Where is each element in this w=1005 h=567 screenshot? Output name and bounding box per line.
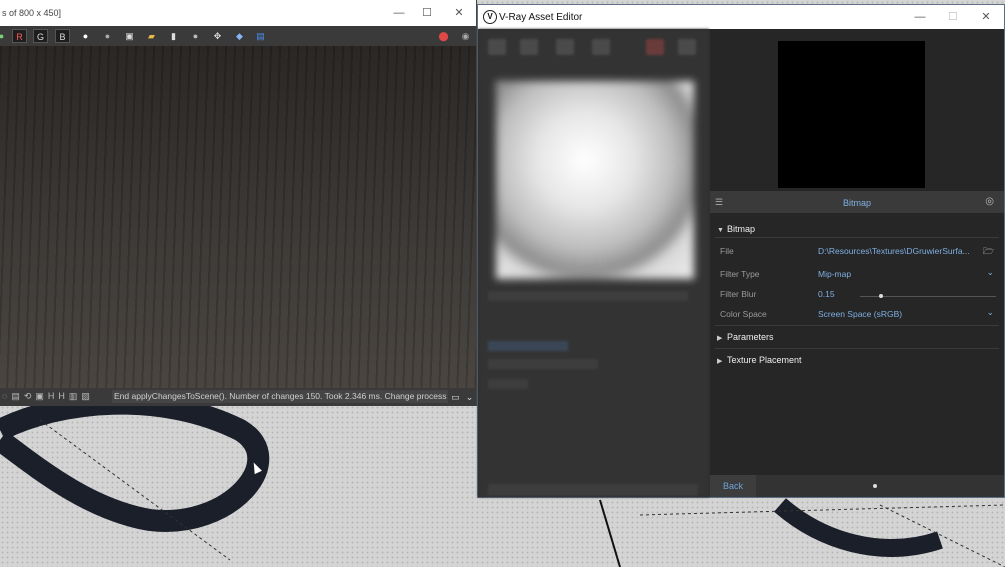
- asset-editor-title-bar: V V-Ray Asset Editor — ☐ ✕: [478, 5, 1004, 29]
- file-path-field[interactable]: D:\Resources\Textures\DGruwierSurfa...: [818, 246, 970, 256]
- back-button[interactable]: Back: [710, 475, 756, 497]
- frame-buffer-status-bar: ◌▤⟲▣HH▥▧ End applyChangesToScene(). Numb…: [0, 388, 476, 406]
- maximize-button[interactable]: ☐: [946, 10, 960, 24]
- asset-name[interactable]: Bitmap: [710, 198, 1004, 208]
- frame-buffer-toolbar: ● R G B ● ● ▣ ▰ ▮ ● ✥ ◆ ▤ ⬤ ◉: [0, 26, 476, 46]
- channel-green-button[interactable]: G: [33, 29, 48, 43]
- chevron-down-icon: ▼: [717, 227, 724, 234]
- list-item[interactable]: [488, 341, 568, 351]
- chevron-down-icon[interactable]: ⌄: [986, 307, 994, 318]
- frame-buffer-title: s of 800 x 450]: [2, 8, 62, 18]
- chevron-right-icon: ▶: [717, 358, 723, 365]
- lights-category-icon[interactable]: [520, 39, 538, 55]
- preview-controls: [488, 291, 688, 301]
- filter-blur-slider-thumb[interactable]: [878, 294, 883, 298]
- frame-buffer-title-bar: s of 800 x 450] — ☐ ✕: [0, 0, 476, 26]
- status-log-icon[interactable]: ▭: [448, 390, 463, 404]
- filter-blur-value[interactable]: 0.15: [818, 289, 835, 299]
- folder-icon[interactable]: ▰: [144, 29, 159, 43]
- section-parameters-label: Parameters: [727, 332, 774, 342]
- channel-blue-button[interactable]: B: [55, 29, 70, 43]
- filter-type-dropdown[interactable]: Mip-map: [818, 269, 851, 279]
- minimize-button[interactable]: —: [392, 6, 406, 20]
- asset-settings-panel: ☰ Bitmap ◎ ▼ Bitmap File D:\Resources\Tex…: [710, 29, 1004, 497]
- teapot-icon[interactable]: ◉: [458, 29, 473, 43]
- sphere-icon[interactable]: ●: [188, 29, 203, 43]
- vray-logo-icon: V: [483, 10, 497, 24]
- asset-editor-bottom-bar: Back: [710, 475, 1004, 497]
- section-texture-placement-label: Texture Placement: [727, 355, 802, 365]
- textures-category-icon[interactable]: [592, 39, 610, 55]
- color-space-dropdown[interactable]: Screen Space (sRGB): [818, 309, 902, 319]
- status-message: End applyChangesToScene(). Number of cha…: [112, 390, 448, 403]
- geometry-category-icon[interactable]: [556, 39, 574, 55]
- file-label: File: [720, 246, 734, 256]
- channel-red-button[interactable]: R: [12, 29, 27, 43]
- asset-list-panel: [478, 29, 709, 497]
- lens-effects-icon[interactable]: ▤: [253, 29, 268, 43]
- frame-buffer-window: s of 800 x 450] — ☐ ✕ ● R G B ● ● ▣ ▰ ▮ …: [0, 0, 477, 406]
- texture-thumbnail: [778, 41, 925, 188]
- divider: [715, 237, 999, 238]
- folder-open-icon[interactable]: 🗁: [983, 244, 994, 260]
- move-icon[interactable]: ✥: [210, 29, 225, 43]
- eye-hidden-icon[interactable]: ◎: [985, 196, 994, 207]
- page-indicator-dot: [873, 484, 877, 488]
- minimize-button[interactable]: —: [913, 10, 927, 24]
- stop-render-icon[interactable]: ⬤: [436, 29, 451, 43]
- chevron-down-icon[interactable]: ⌄: [986, 267, 994, 278]
- rendered-image: [0, 46, 476, 388]
- render-settings-icon[interactable]: [646, 39, 664, 55]
- white-dot-icon[interactable]: ●: [78, 29, 93, 43]
- chevron-down-icon[interactable]: ⌄: [462, 390, 477, 404]
- asset-name-bar: ☰ Bitmap ◎: [710, 191, 1004, 213]
- channel-icon[interactable]: ●: [0, 29, 9, 43]
- section-texture-placement[interactable]: ▶ Texture Placement: [717, 355, 802, 365]
- filter-blur-label: Filter Blur: [720, 289, 757, 299]
- chevron-right-icon: ▶: [717, 335, 723, 342]
- status-bar-icons[interactable]: ◌▤⟲▣HH▥▧: [2, 391, 94, 402]
- render-region-icon[interactable]: ◆: [232, 29, 247, 43]
- divider: [715, 325, 999, 326]
- list-item[interactable]: [488, 379, 528, 389]
- asset-editor-window: V V-Ray Asset Editor — ☐ ✕ ☰ Bitmap ◎ ▼ B…: [477, 4, 1005, 498]
- filter-type-label: Filter Type: [720, 269, 760, 279]
- section-bitmap-label: Bitmap: [727, 224, 756, 234]
- list-item[interactable]: [488, 359, 598, 369]
- divider: [715, 348, 999, 349]
- clear-icon[interactable]: ▮: [166, 29, 181, 43]
- section-parameters[interactable]: ▶ Parameters: [717, 332, 774, 342]
- material-preview-swatch: [496, 81, 694, 279]
- close-button[interactable]: ✕: [979, 10, 993, 24]
- asset-editor-title: V-Ray Asset Editor: [499, 12, 583, 23]
- color-space-label: Color Space: [720, 309, 767, 319]
- save-icon[interactable]: ▣: [122, 29, 137, 43]
- list-footer-toolbar: [488, 484, 698, 496]
- maximize-button[interactable]: ☐: [420, 6, 434, 20]
- close-button[interactable]: ✕: [452, 6, 466, 20]
- materials-category-icon[interactable]: [488, 39, 506, 55]
- gray-dot-icon[interactable]: ●: [100, 29, 115, 43]
- render-icon[interactable]: [678, 39, 696, 55]
- section-bitmap[interactable]: ▼ Bitmap: [717, 224, 755, 234]
